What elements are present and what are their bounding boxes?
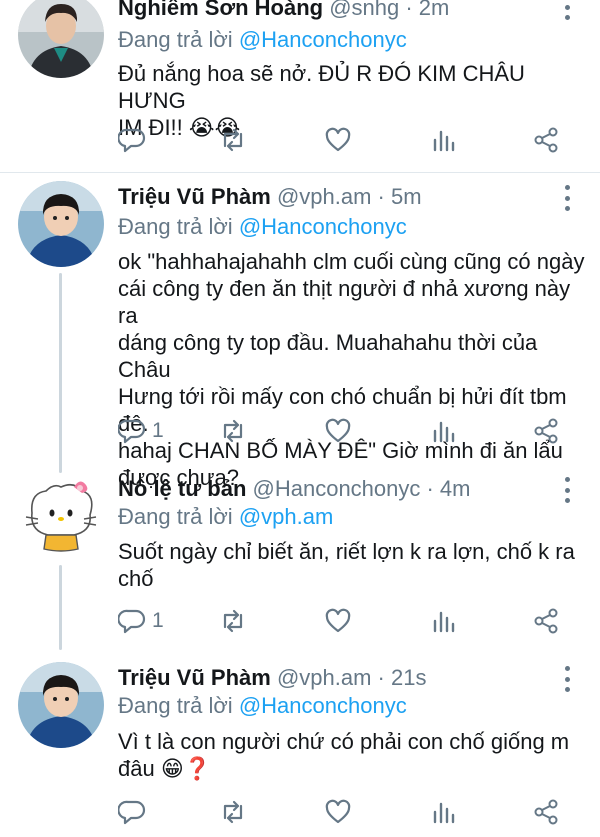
stats-button[interactable] [430, 605, 456, 637]
tweet-text: Suốt ngày chỉ biết ăn, riết lợn k ra lợn… [118, 539, 575, 591]
reply-button[interactable] [118, 796, 152, 828]
stats-icon [433, 802, 455, 824]
tweet-actions [118, 796, 568, 828]
tweet-actions: 1 [118, 605, 568, 637]
like-icon [325, 127, 351, 152]
reply-icon [118, 419, 146, 444]
display-name[interactable]: Nô lệ tư bản [118, 476, 246, 501]
like-button[interactable] [324, 124, 352, 156]
share-icon [534, 608, 558, 634]
handle-time: @vph.am · 5m [276, 184, 422, 209]
display-name[interactable]: Nghiêm Sơn Hoàng [118, 0, 323, 20]
replying-to-label: Đang trả lời [118, 27, 233, 52]
display-name[interactable]: Triệu Vũ Phàm [118, 665, 271, 690]
stats-button[interactable] [430, 415, 456, 447]
thread-line [59, 273, 62, 473]
replying-to: Đang trả lời @vph.am [118, 503, 333, 531]
tweet-text: ok "hahhahajahahh clm cuối cùng cũng có … [118, 249, 585, 490]
tweet[interactable]: Triệu Vũ Phàm @vph.am · 5m Đang trả lời … [0, 173, 600, 490]
reply-button[interactable]: 1 [118, 605, 164, 637]
tweet[interactable]: Nghiêm Sơn Hoàng @snhg · 2m Đang trả lời… [0, 0, 600, 172]
retweet-icon [223, 800, 243, 824]
reply-count: 1 [152, 609, 164, 632]
tweet-header: Triệu Vũ Phàm @vph.am · 5m [118, 183, 422, 211]
share-button[interactable] [532, 605, 560, 637]
handle-time: @snhg · 2m [329, 0, 450, 20]
share-button[interactable] [532, 124, 560, 156]
share-icon [534, 799, 558, 825]
stats-button[interactable] [430, 796, 456, 828]
retweet-button[interactable] [218, 415, 248, 447]
like-button[interactable] [324, 605, 352, 637]
tweet-actions [118, 124, 568, 156]
stats-icon [433, 611, 455, 633]
avatar[interactable] [18, 181, 104, 267]
avatar[interactable] [18, 662, 104, 748]
retweet-button[interactable] [218, 796, 248, 828]
tweet[interactable]: Triệu Vũ Phàm @vph.am · 21s Đang trả lời… [0, 650, 600, 837]
retweet-button[interactable] [218, 124, 248, 156]
thread-line [59, 565, 62, 650]
stats-icon [433, 421, 455, 443]
like-button[interactable] [324, 415, 352, 447]
replying-to-handle[interactable]: @Hanconchonyc [239, 214, 407, 239]
replying-to-label: Đang trả lời [118, 214, 233, 239]
like-icon [325, 418, 351, 443]
stats-icon [433, 130, 455, 152]
tweet-header: Triệu Vũ Phàm @vph.am · 21s [118, 664, 426, 692]
like-button[interactable] [324, 796, 352, 828]
reply-count: 1 [152, 419, 164, 442]
share-button[interactable] [532, 415, 560, 447]
stats-button[interactable] [430, 124, 456, 156]
reply-button[interactable]: 1 [118, 415, 164, 447]
share-icon [534, 127, 558, 153]
retweet-button[interactable] [218, 605, 248, 637]
more-icon[interactable] [562, 185, 572, 211]
replying-to-handle[interactable]: @Hanconchonyc [239, 27, 407, 52]
tweet-text: Vì t là con người chứ có phải con chố gi… [118, 729, 570, 781]
like-icon [325, 608, 351, 633]
tweet[interactable]: Nô lệ tư bản @Hanconchonyc · 4m Đang trả… [0, 463, 600, 650]
share-button[interactable] [532, 796, 560, 828]
reply-button[interactable] [118, 124, 152, 156]
handle-time: @vph.am · 21s [276, 665, 427, 690]
replying-to: Đang trả lời @Hanconchonyc [118, 213, 407, 241]
retweet-icon [223, 609, 243, 633]
replying-to-handle[interactable]: @vph.am [239, 504, 333, 529]
avatar[interactable] [18, 0, 104, 78]
replying-to: Đang trả lời @Hanconchonyc [118, 692, 407, 720]
share-icon [534, 418, 558, 444]
more-icon[interactable] [562, 666, 572, 692]
tweet-header: Nghiêm Sơn Hoàng @snhg · 2m [118, 0, 449, 22]
like-icon [325, 799, 351, 824]
reply-icon [118, 128, 146, 153]
replying-to-label: Đang trả lời [118, 693, 233, 718]
replying-to: Đang trả lời @Hanconchonyc [118, 26, 407, 54]
more-icon[interactable] [562, 0, 572, 20]
avatar[interactable] [18, 473, 104, 559]
tweet-header: Nô lệ tư bản @Hanconchonyc · 4m [118, 475, 471, 503]
display-name[interactable]: Triệu Vũ Phàm [118, 184, 271, 209]
handle-time: @Hanconchonyc · 4m [252, 476, 471, 501]
replying-to-label: Đang trả lời [118, 504, 233, 529]
retweet-icon [223, 128, 243, 152]
tweet-actions: 1 [118, 415, 568, 447]
retweet-icon [223, 419, 243, 443]
replying-to-handle[interactable]: @Hanconchonyc [239, 693, 407, 718]
more-icon[interactable] [562, 477, 572, 503]
reply-icon [118, 609, 146, 634]
reply-icon [118, 800, 146, 825]
